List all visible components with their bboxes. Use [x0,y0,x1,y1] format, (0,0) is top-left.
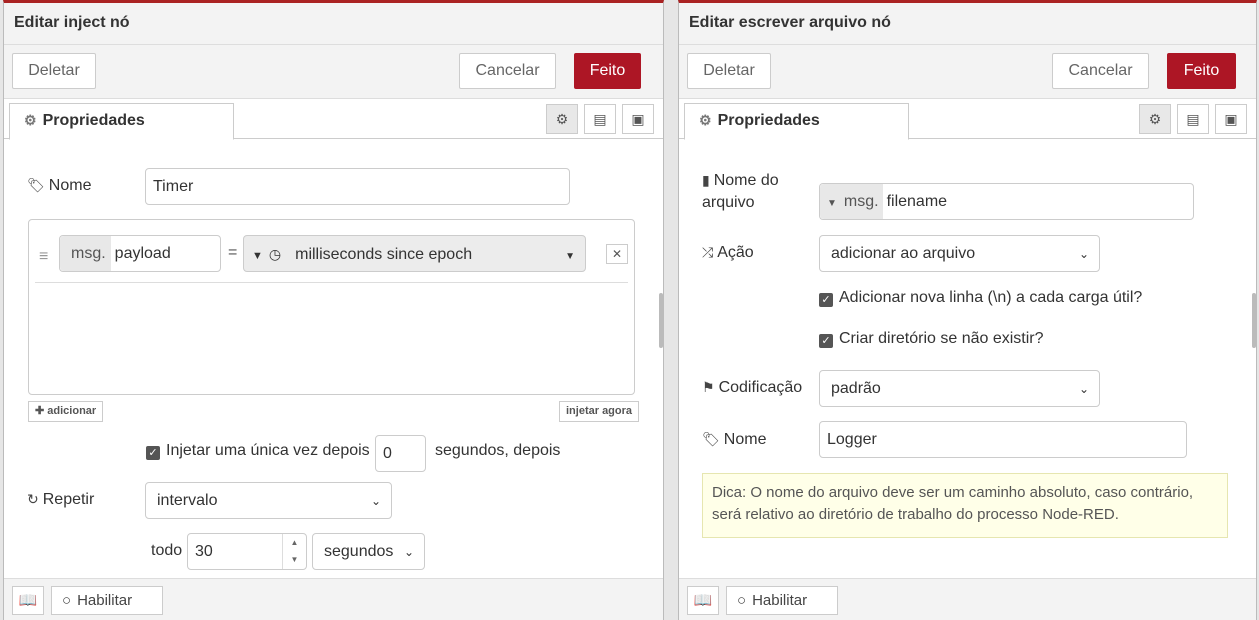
chevron-down-icon: ⌄ [403,545,414,559]
scrollbar[interactable] [1252,293,1256,348]
checkbox[interactable]: ✓ [819,334,833,348]
repeat-label: ↻ Repetir [27,491,95,508]
interval-unit-select[interactable]: segundos ⌄ [312,533,425,570]
name-input[interactable]: Timer [145,168,570,205]
name-label: 🏷 Nome [702,431,767,448]
tag-icon: 🏷 [27,177,45,193]
editor-title: Editar escrever arquivo nó [679,3,1256,45]
msg-prefix-select[interactable]: ▼ msg. [820,184,883,219]
action-select[interactable]: adicionar ao arquivo ⌄ [819,235,1100,272]
once-suffix: segundos, depois [435,442,561,459]
drag-handle-icon[interactable]: ≡ [39,248,48,266]
refresh-icon: ↻ [27,491,39,507]
editor-footer: 📖 ○ Habilitar [679,578,1256,620]
clock-icon: ◷ [268,246,282,262]
gear-icon[interactable]: ⚙ [546,104,578,134]
tag-icon: 🏷 [702,431,720,447]
chevron-down-icon: ⌄ [1078,382,1089,396]
tip-box: Dica: O nome do arquivo deve ser um cami… [702,473,1228,538]
filename-input[interactable]: ▼ msg. filename [819,183,1194,220]
frame-icon[interactable]: ▣ [622,104,654,134]
done-button[interactable]: Feito [574,53,641,89]
gear-icon: ⚙ [699,112,712,128]
property-key-input[interactable]: msg. payload [59,235,221,272]
tab-label: Propriedades [717,112,820,129]
editor-title: Editar inject nó [4,3,663,45]
editor-footer: 📖 ○ Habilitar [4,578,663,620]
tab-properties[interactable]: ⚙ Propriedades [684,103,909,140]
enable-toggle[interactable]: ○ Habilitar [726,586,838,615]
createdir-checkbox-row[interactable]: ✓ Criar diretório se não existir? [819,330,1044,348]
msg-prefix: msg. [60,236,111,271]
checkbox[interactable]: ✓ [819,293,833,307]
chevron-down-icon: ⌄ [370,494,381,508]
file-node-editor: Editar escrever arquivo nó Deletar Cance… [678,0,1257,620]
interval-input[interactable]: 30 ▲ ▼ [187,533,307,570]
enable-toggle[interactable]: ○ Habilitar [51,586,163,615]
equals-sign: = [228,244,238,261]
name-label: 🏷 Nome [27,177,92,194]
once-checkbox-row[interactable]: ✓ Injetar uma única vez depois [146,442,370,460]
cancel-button[interactable]: Cancelar [1052,53,1149,89]
newline-checkbox-row[interactable]: ✓ Adicionar nova linha (\n) a cada carga … [819,289,1142,307]
scrollbar[interactable] [659,293,663,348]
frame-icon[interactable]: ▣ [1215,104,1247,134]
tabs-bar: ⚙ Propriedades ⚙ ▤ ▣ [679,99,1256,140]
book-icon[interactable]: 📖 [687,586,719,615]
shuffle-icon: ⤮ [702,244,714,260]
add-button[interactable]: ✚ adicionar [28,401,104,422]
circle-icon: ○ [737,592,747,609]
file-icon: ▮ [702,172,710,188]
properties-form: 🏷 Nome Timer ≡ msg. payload = ▼ ◷ millisecon… [4,139,663,578]
divider [35,282,628,283]
action-label: ⤮ Ação [702,244,754,261]
tab-label: Propriedades [42,112,145,129]
done-button[interactable]: Feito [1167,53,1236,89]
caret-down-icon: ▼ [252,250,263,262]
gear-icon[interactable]: ⚙ [1139,104,1171,134]
once-delay-input[interactable]: 0 [375,435,426,472]
property-list: ≡ msg. payload = ▼ ◷ milliseconds since epo… [28,219,635,395]
filename-label: ▮ Nome do arquivo [702,172,779,211]
remove-icon[interactable]: ✕ [606,244,628,264]
book-icon[interactable]: 📖 [12,586,44,615]
plus-icon: ✚ [35,405,48,417]
editor-toolbar: Deletar Cancelar Feito [679,45,1256,99]
stepper-icon[interactable]: ▲ ▼ [282,534,306,569]
checkbox[interactable]: ✓ [146,446,160,460]
editor-toolbar: Deletar Cancelar Feito [4,45,663,99]
name-input[interactable]: Logger [819,421,1187,458]
chevron-down-icon: ⌄ [1078,247,1089,261]
repeat-select[interactable]: intervalo ⌄ [145,482,392,519]
encoding-label: ⚑ Codificação [702,379,803,396]
delete-button[interactable]: Deletar [12,53,96,89]
circle-icon: ○ [62,592,72,609]
inject-now-button[interactable]: injetar agora [559,401,640,422]
caret-down-icon: ▼ [565,251,575,262]
inject-node-editor: Editar inject nó Deletar Cancelar Feito … [3,0,664,620]
property-value-select[interactable]: ▼ ◷ milliseconds since epoch ▼ [243,235,586,272]
document-icon[interactable]: ▤ [584,104,616,134]
encoding-select[interactable]: padrão ⌄ [819,370,1100,407]
properties-form: ▮ Nome do arquivo ▼ msg. filename ⤮ Ação adi… [679,139,1256,578]
tab-properties[interactable]: ⚙ Propriedades [9,103,234,140]
every-label: todo [151,542,183,559]
document-icon[interactable]: ▤ [1177,104,1209,134]
delete-button[interactable]: Deletar [687,53,771,89]
flag-icon: ⚑ [702,379,715,395]
cancel-button[interactable]: Cancelar [459,53,556,89]
caret-down-icon: ▼ [827,198,837,209]
tabs-bar: ⚙ Propriedades ⚙ ▤ ▣ [4,99,663,140]
gear-icon: ⚙ [24,112,37,128]
